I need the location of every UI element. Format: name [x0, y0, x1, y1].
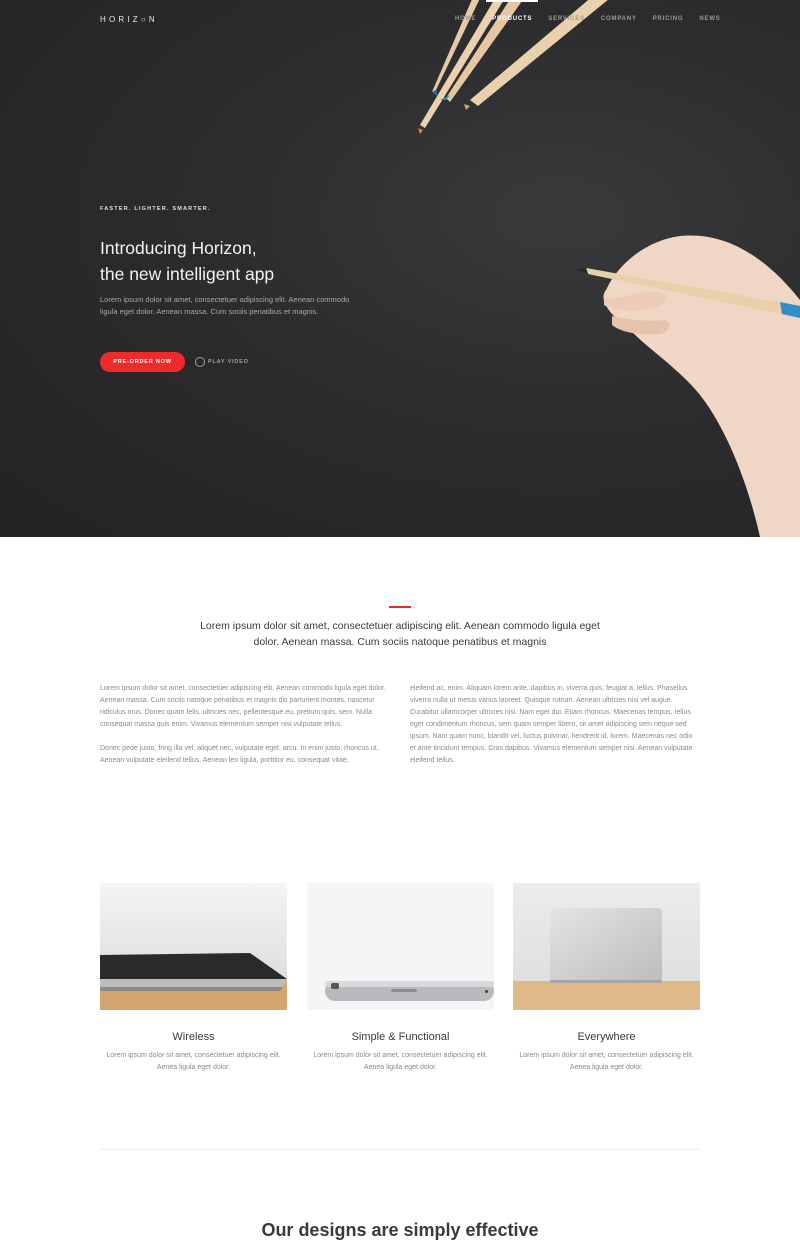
feature-card-wireless: Wireless Lorem ipsum dolor sit amet, con…	[100, 883, 287, 1074]
accent-divider	[389, 606, 411, 608]
play-video-label: PLAY VIDEO	[208, 359, 249, 365]
hero-title-line-1: Introducing Horizon,	[100, 238, 257, 258]
hero-subtitle: Lorem ipsum dolor sit amet, consectetuer…	[100, 295, 350, 316]
feature-image-phone-side	[307, 883, 494, 1010]
feature-title: Simple & Functional	[351, 1031, 450, 1043]
intro-left-paragraph-2: Donec pede justo, fring illa vel, alique…	[100, 745, 379, 764]
intro-right-paragraph-1: eleifend ac, enim. Aliquam lorem ante, d…	[410, 685, 693, 764]
nav-item-company[interactable]: COMPANY	[601, 16, 637, 22]
feature-title: Wireless	[172, 1031, 215, 1043]
section-title: Our designs are simply effective	[261, 1220, 539, 1240]
nav-item-home[interactable]: HOME	[455, 16, 476, 22]
hero-section: HORIZ○N HOME PRODUCTS SERVICES COMPANY P…	[0, 0, 800, 537]
feature-card-everywhere: Everywhere Lorem ipsum dolor sit amet, c…	[513, 883, 700, 1074]
hero-title: Introducing Horizon, the new intelligent…	[100, 235, 274, 287]
hero-eyebrow: FASTER. LIGHTER. SMARTER.	[100, 206, 211, 212]
play-video-button[interactable]: PLAY VIDEO	[195, 357, 249, 367]
nav-item-products[interactable]: PRODUCTS	[486, 0, 539, 22]
intro-column-right: eleifend ac, enim. Aliquam lorem ante, d…	[410, 683, 700, 767]
intro-left-paragraph-1: Lorem ipsum dolor sit amet, consectetuer…	[100, 685, 386, 728]
feature-card-simple-functional: Simple & Functional Lorem ipsum dolor si…	[307, 883, 494, 1074]
hero-title-line-2: the new intelligent app	[100, 264, 275, 284]
play-circle-icon	[195, 357, 205, 367]
feature-image-laptop-back	[513, 883, 700, 1010]
feature-description: Lorem ipsum dolor sit amet, consectetuer…	[313, 1052, 488, 1071]
feature-description: Lorem ipsum dolor sit amet, consectetuer…	[519, 1052, 694, 1071]
pre-order-button[interactable]: PRE-ORDER NOW	[100, 352, 185, 372]
feature-title: Everywhere	[577, 1031, 636, 1043]
main-nav: HOME PRODUCTS SERVICES COMPANY PRICING N…	[455, 0, 737, 22]
feature-image-laptop-side	[100, 883, 287, 1010]
section-divider	[100, 1149, 700, 1150]
intro-column-left: Lorem ipsum dolor sit amet, consectetuer…	[100, 683, 390, 767]
nav-item-pricing[interactable]: PRICING	[653, 16, 684, 22]
nav-item-services[interactable]: SERVICES	[548, 16, 585, 22]
intro-lead: Lorem ipsum dolor sit amet, consectetuer…	[200, 620, 600, 648]
feature-description: Lorem ipsum dolor sit amet, consectetuer…	[106, 1052, 281, 1071]
logo[interactable]: HORIZ○N	[100, 15, 158, 24]
nav-item-news[interactable]: NEWS	[699, 16, 720, 22]
